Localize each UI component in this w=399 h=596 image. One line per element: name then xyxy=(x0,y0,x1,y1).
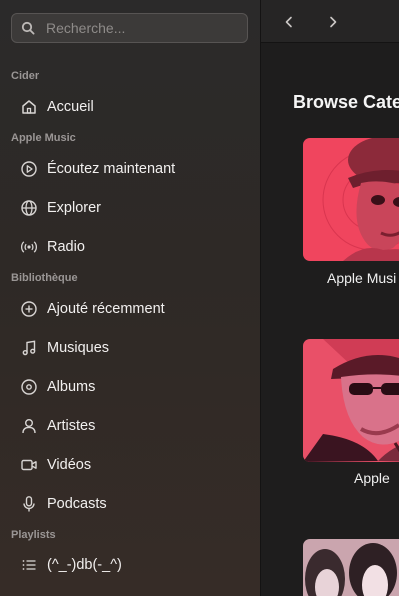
search-input[interactable] xyxy=(44,19,238,37)
sidebar-item-ajoute-recemment[interactable]: Ajouté récemment xyxy=(11,293,248,325)
music-note-icon xyxy=(20,339,38,357)
microphone-icon xyxy=(20,495,38,513)
forward-button[interactable] xyxy=(323,12,343,32)
section-title-apple-music: Apple Music xyxy=(11,132,76,144)
sidebar-item-label: Vidéos xyxy=(47,457,92,473)
card-artwork xyxy=(303,138,399,261)
sidebar-item-explorer[interactable]: Explorer xyxy=(11,192,248,224)
top-bar xyxy=(261,0,399,43)
search-box[interactable] xyxy=(11,13,248,43)
sidebar-item-label: Ajouté récemment xyxy=(47,301,165,317)
sidebar-item-artistes[interactable]: Artistes xyxy=(11,410,248,442)
play-circle-icon xyxy=(20,160,38,178)
sidebar-item-accueil[interactable]: Accueil xyxy=(11,91,248,123)
album-icon xyxy=(20,378,38,396)
sidebar-item-label: Radio xyxy=(47,239,85,255)
home-icon xyxy=(20,98,38,116)
radio-icon xyxy=(20,238,38,256)
person-icon xyxy=(20,417,38,435)
category-card[interactable] xyxy=(303,539,399,596)
sidebar: Cider Accueil Apple Music Écoutez mainte… xyxy=(0,0,260,596)
chevron-right-icon xyxy=(330,16,337,28)
card-label[interactable]: Apple xyxy=(354,470,390,486)
search-icon xyxy=(21,21,35,35)
sidebar-item-label: Accueil xyxy=(47,99,94,115)
sidebar-item-albums[interactable]: Albums xyxy=(11,371,248,403)
page-title: Browse Cate xyxy=(293,92,399,112)
sidebar-item-label: Explorer xyxy=(47,200,101,216)
section-title-playlists: Playlists xyxy=(11,529,56,541)
card-artwork xyxy=(303,539,399,596)
sidebar-item-label: Podcasts xyxy=(47,496,107,512)
card-label[interactable]: Apple Musi xyxy=(327,270,396,286)
list-icon xyxy=(20,556,38,574)
sidebar-item-label: Écoutez maintenant xyxy=(47,161,176,177)
sidebar-item-videos[interactable]: Vidéos xyxy=(11,449,248,481)
back-button[interactable] xyxy=(279,12,299,32)
sidebar-item-label: (^_-)db(-_^) xyxy=(47,557,122,573)
section-title-cider: Cider xyxy=(11,70,40,82)
video-icon xyxy=(20,456,38,474)
category-card[interactable] xyxy=(303,138,399,261)
sidebar-item-label: Albums xyxy=(47,379,96,395)
sidebar-item-label: Musiques xyxy=(47,340,110,356)
sidebar-item-radio[interactable]: Radio xyxy=(11,231,248,263)
category-card[interactable] xyxy=(303,339,399,462)
sidebar-item-podcasts[interactable]: Podcasts xyxy=(11,488,248,520)
chevron-left-icon xyxy=(285,16,292,28)
card-artwork xyxy=(303,339,399,462)
main-content: Browse Cate Apple Musi Apple xyxy=(261,0,399,596)
plus-circle-icon xyxy=(20,300,38,318)
sidebar-item-label: Artistes xyxy=(47,418,96,434)
sidebar-item-musiques[interactable]: Musiques xyxy=(11,332,248,364)
globe-icon xyxy=(20,199,38,217)
sidebar-item-playlist[interactable]: (^_-)db(-_^) xyxy=(11,549,248,581)
sidebar-item-ecoutez-maintenant[interactable]: Écoutez maintenant xyxy=(11,153,248,185)
section-title-bibliotheque: Bibliothèque xyxy=(11,272,78,284)
